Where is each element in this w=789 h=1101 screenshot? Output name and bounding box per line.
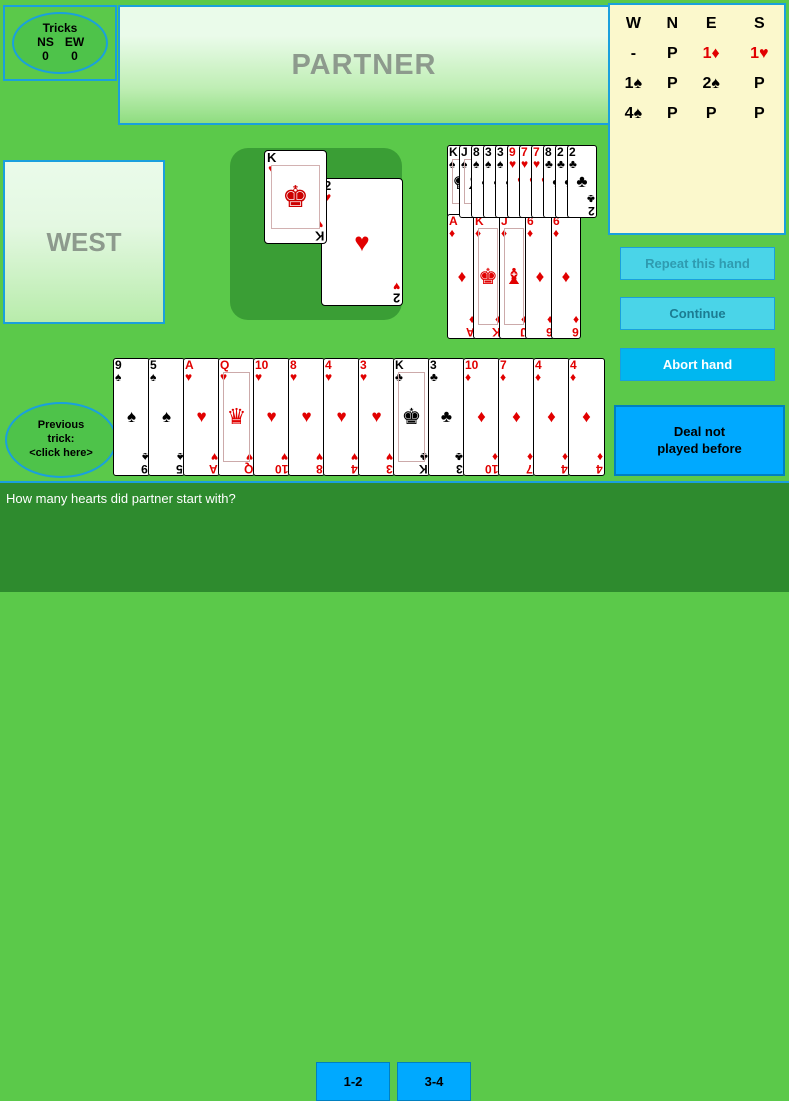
card-center-pip: ♥ [354,226,370,257]
bid-cell: 1♦ [702,45,720,62]
card-rank: Q [243,462,253,476]
deal-not-played-line2: played before [657,440,742,456]
south-card[interactable]: 4 ♦ 4 ♦ ♦ [533,358,570,476]
answer-button-2[interactable]: 3-4 [397,1062,471,1101]
trick-card-two-hearts: 2 ♥ 2 ♥ ♥ [321,178,403,306]
card-face-picture: ♚ [271,165,320,229]
south-card[interactable]: K ♣ K ♣ ♚ [393,358,430,476]
card-center-pip: ♦ [457,266,467,286]
card-face-picture: ♚ [398,372,425,462]
bidding-row: 4♠ P P P [610,99,784,129]
previous-trick-line2: trick: [47,433,75,446]
card-center-pip: ♦ [547,407,556,426]
card-center-pip: ♥ [196,407,207,426]
bid-cell: P [666,105,678,122]
north-hand-row-2: A ♦ A ♦ ♦ K ♦ K ♦ ♚ J ♦ J ♦ ♝ 6 ♦ 6 ♦ ♦ 6 ♦ 6 ♦ ♦ [447,214,587,339]
bidding-box: W N E S - P 1♦ 1♥ 1♠ P 2♠ P 4♠ P P P [608,3,786,235]
bidding-header-row: W N E S [610,9,784,39]
abort-hand-button[interactable]: Abort hand [620,348,775,381]
answer-area: 1-2 3-4 [0,513,789,1101]
bid-cell: P [666,75,678,92]
question-text: How many hearts did partner start with? [6,490,236,506]
deal-not-played-before-badge: Deal not played before [614,405,785,476]
west-panel: WEST [3,160,165,324]
west-label: WEST [46,226,122,257]
repeat-this-hand-button[interactable]: Repeat this hand [620,247,775,280]
card-face-picture: ♛ [223,372,250,462]
south-card[interactable]: 10 ♥ 10 ♥ ♥ [253,358,290,476]
south-card[interactable]: 4 ♥ 4 ♥ ♥ [323,358,360,476]
bid-cell: P [666,45,678,62]
partner-panel: PARTNER [118,5,610,125]
bidding-row: - P 1♦ 1♥ [610,39,784,69]
tricks-labels: NS EW [36,35,85,50]
tricks-values: 0 0 [36,48,85,64]
south-card[interactable]: 10 ♦ 10 ♦ ♦ [463,358,500,476]
south-card[interactable]: 4 ♦ 4 ♦ ♦ [568,358,605,476]
south-card[interactable]: 5 ♠ 5 ♠ ♠ [148,358,185,476]
bid-cell: P [753,105,765,122]
card-center-pip: ♠ [126,407,137,426]
card-center-pip: ♣ [440,407,453,426]
south-card[interactable]: 9 ♠ 9 ♠ ♠ [113,358,150,476]
tricks-label-ew: EW [64,35,85,50]
bid-cell: 1♠ [624,75,643,92]
tricks-oval: Tricks NS EW 0 0 [12,12,108,74]
card-center-pip: ♠ [161,407,172,426]
bid-cell: 4♠ [624,105,643,122]
continue-button[interactable]: Continue [620,297,775,330]
bid-cell: P [705,105,717,122]
tricks-value-ew: 0 [71,48,78,63]
card-center-pip: ♦ [582,407,591,426]
answer-button-1[interactable]: 1-2 [316,1062,390,1101]
bidding-row: 1♠ P 2♠ P [610,69,784,99]
bidding-header-s: S [753,15,765,32]
south-card[interactable]: 7 ♦ 7 ♦ ♦ [498,358,535,476]
card-center-pip: ♥ [371,407,382,426]
card-center-pip: ♦ [535,266,545,286]
south-card[interactable]: A ♥ A ♥ ♥ [183,358,220,476]
north-card[interactable]: 6 ♦ 6 ♦ ♦ [551,214,581,339]
bidding-header-n: N [666,15,679,32]
south-card[interactable]: Q ♥ Q ♥ ♛ [218,358,255,476]
previous-trick-line1: Previous [37,419,85,432]
tricks-title: Tricks [42,21,78,36]
partner-label: PARTNER [291,48,437,81]
card-center-pip: ♣ [576,171,588,191]
card-center-pip: ♥ [301,407,312,426]
north-card[interactable]: 2♣2♣♣ [567,145,597,218]
card-center-pip: ♥ [336,407,347,426]
south-card[interactable]: 3 ♥ 3 ♥ ♥ [358,358,395,476]
card-center-pip: ♦ [561,266,571,286]
tricks-box: Tricks NS EW 0 0 [3,5,117,81]
card-face-picture: ♚ [478,228,498,325]
south-card[interactable]: 8 ♥ 8 ♥ ♥ [288,358,325,476]
tricks-label-ns: NS [37,35,54,50]
south-hand: 9 ♠ 9 ♠ ♠ 5 ♠ 5 ♠ ♠ A ♥ A ♥ ♥ Q ♥ Q ♥ ♛ 10 ♥ 10 ♥ ♥ 8 ♥ 8 ♥ ♥ 4 ♥ 4 ♥ ♥ 3 ♥ 3… [113,358,613,476]
card-rank: K [314,229,324,244]
bidding-table: W N E S - P 1♦ 1♥ 1♠ P 2♠ P 4♠ P P P [610,9,784,129]
question-bar: How many hearts did partner start with? [0,481,789,515]
bidding-header-w: W [625,15,641,32]
bid-cell: - [630,45,637,62]
south-card[interactable]: 3 ♣ 3 ♣ ♣ [428,358,465,476]
trick-card-king-hearts: K ♥ K ♥ ♚ [264,150,327,244]
card-rank: K [419,462,428,476]
card-center-pip: ♦ [512,407,521,426]
bidding-header-e: E [705,15,717,32]
bid-cell: 1♥ [750,45,769,62]
north-hand-row-1: K♠K♠♚J♠J♠♝8♠8♠♠3♠3♠♠3♠3♠♠9♥9♥♥7♥7♥♥7♥7♥♥… [447,145,597,218]
card-center-pip: ♦ [477,407,486,426]
previous-trick-line3: <click here> [29,446,93,459]
deal-not-played-line1: Deal not [673,423,726,439]
tricks-value-ns: 0 [42,48,49,63]
card-center-pip: ♥ [266,407,277,426]
bid-cell: P [753,75,765,92]
previous-trick-button[interactable]: Previous trick: <click here> [5,402,117,478]
bid-cell: 2♠ [702,75,720,92]
card-face-picture: ♝ [504,228,524,325]
